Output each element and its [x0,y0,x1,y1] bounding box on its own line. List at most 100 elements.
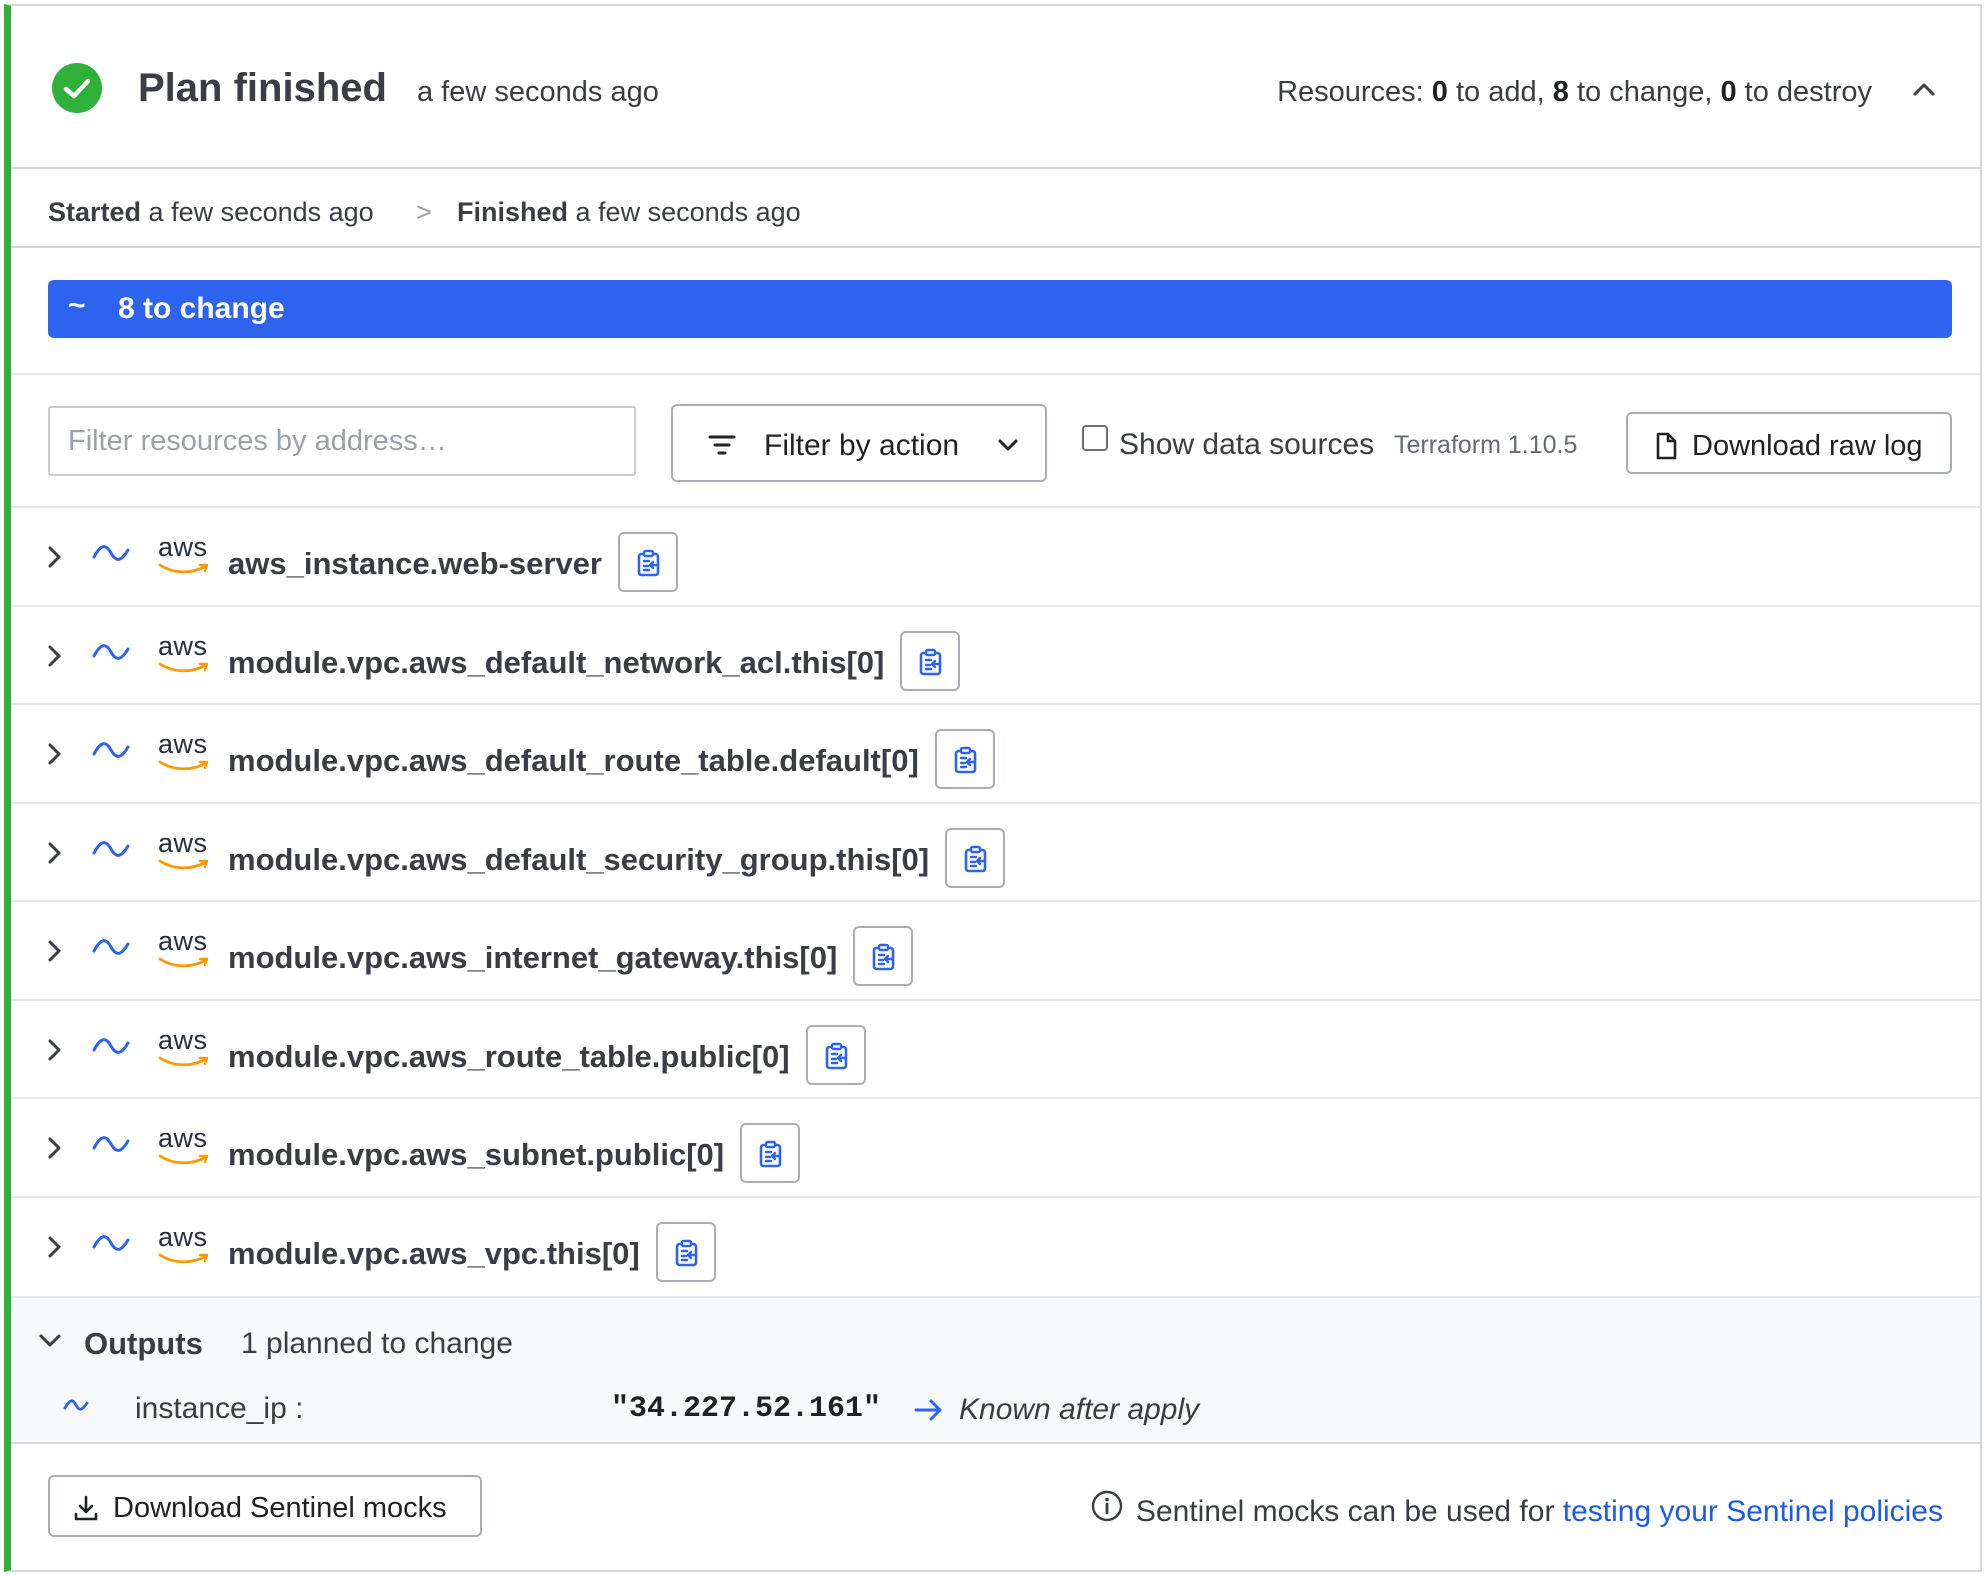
tilde-icon [91,1232,131,1261]
tilde-icon [91,641,131,670]
copy-address-button[interactable] [805,1024,866,1085]
info-icon [1090,1489,1124,1531]
provider-label: aws [158,1024,208,1055]
provider-label: aws [158,729,208,759]
chevron-down-icon[interactable] [35,1326,65,1361]
output-name: instance_ip : [135,1392,304,1425]
resource-row[interactable]: aws module.vpc.aws_default_network_acl.t… [11,607,1980,705]
copy-address-button[interactable] [740,1123,801,1183]
chevron-up-icon[interactable] [1908,74,1940,106]
filter-by-action-label: Filter by action [764,429,960,462]
resource-row[interactable]: aws module.vpc.aws_default_route_table.d… [11,705,1980,804]
clipboard-copy-icon [872,943,895,971]
output-old-value: "34.227.52.161" [611,1392,882,1426]
resource-address: module.vpc.aws_default_network_acl.this[… [228,630,961,695]
aws-logo-icon: aws [156,729,212,779]
tilde-icon [91,838,131,867]
show-data-sources-label[interactable]: Show data sources [1119,428,1374,462]
finished-label: Finished [457,197,569,227]
aws-logo-icon: aws [156,1025,212,1075]
started-segment: Started a few seconds ago [48,197,374,228]
resource-row[interactable]: aws module.vpc.aws_subnet.public[0] [11,1099,1980,1198]
chevron-right-icon[interactable] [41,840,67,871]
copy-address-button[interactable] [900,630,961,691]
resource-address-text: module.vpc.aws_default_security_group.th… [228,841,930,877]
filter-resources-input[interactable] [48,406,636,476]
plan-time: a few seconds ago [417,76,659,108]
copy-address-button[interactable] [853,926,914,986]
clipboard-copy-icon [964,845,987,872]
resources-summary: Resources: 0 to add, 8 to change, 0 to d… [1277,76,1872,109]
resources-prefix: Resources: [1277,76,1432,108]
sentinel-note-text: Sentinel mocks can be used for [1135,1494,1563,1528]
tilde-icon [91,739,131,768]
change-label: to change, [1568,76,1721,108]
aws-logo-icon: aws [156,926,212,976]
resource-address: module.vpc.aws_default_route_table.defau… [228,729,995,793]
chevron-right-icon[interactable] [41,741,67,772]
resource-address-text: module.vpc.aws_route_table.public[0] [228,1038,790,1074]
aws-logo-icon: aws [156,631,212,681]
copy-address-button[interactable] [655,1221,716,1282]
chevron-right-icon[interactable] [41,544,67,575]
show-data-sources-checkbox[interactable] [1082,425,1108,451]
destroy-label: to destroy [1736,76,1872,108]
tilde-icon [91,1133,131,1162]
resource-address-text: module.vpc.aws_default_network_acl.this[… [228,644,885,680]
resource-address-text: aws_instance.web-server [228,546,602,582]
terraform-version: Terraform 1.10.5 [1394,431,1578,459]
resource-row[interactable]: aws aws_instance.web-server [11,508,1980,607]
provider-label: aws [158,532,208,562]
change-summary-label: 8 to change [118,292,285,325]
clipboard-copy-icon [675,1239,698,1266]
download-raw-log-button[interactable]: Download raw log [1626,412,1952,474]
change-summary-bar[interactable]: ~ 8 to change [48,280,1952,338]
plan-timeline: Started a few seconds ago > Finished a f… [11,171,1980,248]
provider-label: aws [158,1123,208,1153]
resource-row[interactable]: aws module.vpc.aws_route_table.public[0] [11,1001,1980,1099]
download-sentinel-mocks-button[interactable]: Download Sentinel mocks [48,1475,482,1537]
resource-address: module.vpc.aws_default_security_group.th… [228,827,1006,892]
chevron-right-icon[interactable] [41,643,67,674]
download-raw-log-label: Download raw log [1692,430,1923,462]
chevron-right-icon[interactable] [41,1037,67,1068]
plan-panel: Plan finished a few seconds ago Resource… [4,4,1982,1572]
resource-address-text: module.vpc.aws_default_route_table.defau… [228,743,919,779]
testing-sentinel-policies-link[interactable]: testing your Sentinel policies [1563,1495,1943,1528]
resource-row[interactable]: aws module.vpc.aws_vpc.this[0] [11,1198,1980,1297]
plan-header: Plan finished a few seconds ago Resource… [11,6,1980,169]
filter-lines-icon [707,430,737,465]
arrow-right-icon [913,1396,945,1429]
clipboard-copy-icon [637,549,660,577]
resource-row[interactable]: aws module.vpc.aws_default_security_grou… [11,804,1980,902]
add-count: 0 [1431,76,1448,108]
chevron-right-icon[interactable] [41,938,67,969]
resource-address: module.vpc.aws_route_table.public[0] [228,1024,866,1089]
finished-time: a few seconds ago [575,197,801,227]
tilde-icon [91,542,131,571]
resource-address: module.vpc.aws_internet_gateway.this[0] [228,926,914,990]
change-count: 8 [1552,76,1569,108]
download-sentinel-mocks-label: Download Sentinel mocks [113,1492,447,1524]
outputs-summary: 1 planned to change [241,1327,513,1360]
tilde-icon: ~ [68,289,86,322]
copy-address-button[interactable] [945,827,1006,888]
timeline-separator: > [416,197,432,227]
chevron-right-icon[interactable] [41,1135,67,1166]
outputs-title[interactable]: Outputs [84,1326,203,1362]
file-icon [1652,431,1680,466]
add-label: to add, [1447,76,1553,108]
chevron-down-icon [995,432,1021,463]
provider-label: aws [158,1221,208,1252]
aws-logo-icon: aws [156,1123,212,1173]
resource-row[interactable]: aws module.vpc.aws_internet_gateway.this… [11,902,1980,1001]
aws-logo-icon: aws [156,1222,212,1272]
output-new-value: Known after apply [959,1393,1200,1426]
resource-address: module.vpc.aws_vpc.this[0] [228,1221,716,1286]
chevron-right-icon[interactable] [41,1234,67,1265]
clipboard-copy-icon [825,1042,847,1069]
copy-address-button[interactable] [617,532,678,592]
sentinel-note: Sentinel mocks can be used for testing y… [1090,1489,1943,1534]
filter-by-action-button[interactable]: Filter by action [671,404,1047,482]
copy-address-button[interactable] [934,729,995,789]
